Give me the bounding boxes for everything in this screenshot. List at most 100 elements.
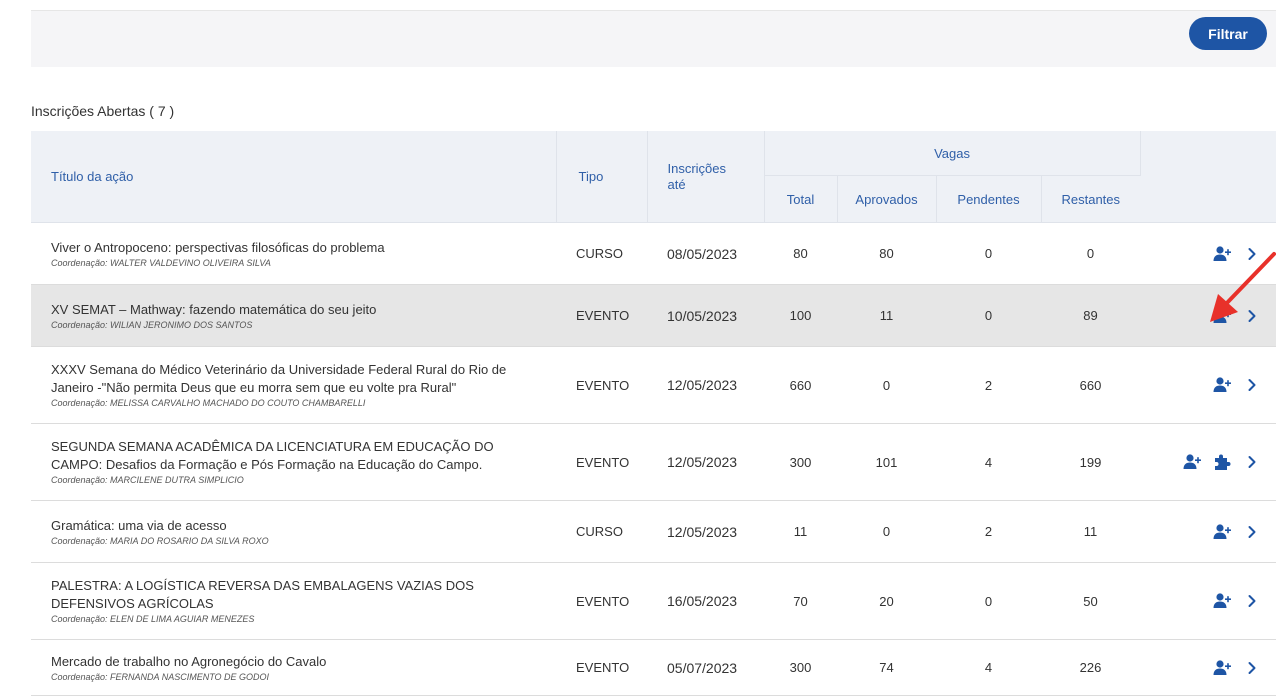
coordination-text: Coordenação: ELEN DE LIMA AGUIAR MENEZES bbox=[51, 614, 255, 624]
action-title: Viver o Antropoceno: perspectivas filosó… bbox=[51, 239, 385, 255]
pendentes-cell: 2 bbox=[936, 346, 1041, 424]
actions-table: Título da ação Tipo Inscrições até Vagas… bbox=[31, 131, 1276, 696]
pendentes-cell: 2 bbox=[936, 500, 1041, 563]
table-row[interactable]: Viver o Antropoceno: perspectivas filosó… bbox=[31, 222, 1276, 285]
pendentes-cell: 0 bbox=[936, 222, 1041, 285]
total-cell: 660 bbox=[764, 346, 837, 424]
aprovados-cell: 11 bbox=[837, 284, 936, 347]
puzzle-icon[interactable] bbox=[1212, 452, 1232, 472]
row-actions bbox=[1140, 639, 1276, 696]
pendentes-cell: 4 bbox=[936, 423, 1041, 501]
filter-bar bbox=[31, 11, 1276, 67]
action-title-cell: SEGUNDA SEMANA ACADÊMICA DA LICENCIATURA… bbox=[31, 423, 556, 501]
date-cell: 12/05/2023 bbox=[647, 346, 764, 424]
table-body: Viver o Antropoceno: perspectivas filosó… bbox=[31, 222, 1276, 696]
total-cell: 70 bbox=[764, 562, 837, 640]
pendentes-cell: 4 bbox=[936, 639, 1041, 696]
date-cell: 10/05/2023 bbox=[647, 284, 764, 347]
aprovados-cell: 0 bbox=[837, 500, 936, 563]
add-user-icon[interactable] bbox=[1212, 522, 1232, 542]
row-actions bbox=[1140, 222, 1276, 285]
header-title: Título da ação bbox=[31, 131, 557, 223]
chevron-right-icon[interactable] bbox=[1242, 591, 1262, 611]
row-actions bbox=[1140, 562, 1276, 640]
aprovados-cell: 20 bbox=[837, 562, 936, 640]
date-cell: 12/05/2023 bbox=[647, 500, 764, 563]
header-inscricoes-label: Inscrições até bbox=[667, 160, 727, 192]
table-row[interactable]: PALESTRA: A LOGÍSTICA REVERSA DAS EMBALA… bbox=[31, 562, 1276, 640]
row-actions bbox=[1140, 284, 1276, 347]
total-cell: 11 bbox=[764, 500, 837, 563]
action-title-cell: Gramática: uma via de acesso Coordenação:… bbox=[31, 500, 556, 563]
restantes-cell: 0 bbox=[1041, 222, 1141, 285]
add-user-icon[interactable] bbox=[1212, 306, 1232, 326]
add-user-icon[interactable] bbox=[1182, 452, 1202, 472]
date-cell: 16/05/2023 bbox=[647, 562, 764, 640]
chevron-right-icon[interactable] bbox=[1242, 306, 1262, 326]
action-title: Mercado de trabalho no Agronegócio do Ca… bbox=[51, 653, 327, 669]
chevron-right-icon[interactable] bbox=[1242, 522, 1262, 542]
header-inscricoes: Inscrições até bbox=[647, 131, 765, 223]
add-user-icon[interactable] bbox=[1212, 658, 1232, 678]
action-title-cell: PALESTRA: A LOGÍSTICA REVERSA DAS EMBALA… bbox=[31, 562, 556, 640]
restantes-cell: 50 bbox=[1041, 562, 1141, 640]
table-row[interactable]: Gramática: uma via de acesso Coordenação:… bbox=[31, 500, 1276, 563]
header-pendentes: Pendentes bbox=[936, 175, 1042, 223]
aprovados-cell: 101 bbox=[837, 423, 936, 501]
date-cell: 05/07/2023 bbox=[647, 639, 764, 696]
aprovados-cell: 80 bbox=[837, 222, 936, 285]
coordination-text: Coordenação: MELISSA CARVALHO MACHADO DO… bbox=[51, 398, 366, 408]
restantes-cell: 199 bbox=[1041, 423, 1141, 501]
coordination-text: Coordenação: MARCILENE DUTRA SIMPLICIO bbox=[51, 475, 244, 485]
tipo-cell: EVENTO bbox=[556, 346, 647, 424]
total-cell: 300 bbox=[764, 423, 837, 501]
coordination-text: Coordenação: WALTER VALDEVINO OLIVEIRA S… bbox=[51, 257, 271, 268]
row-actions bbox=[1140, 346, 1276, 424]
header-tipo: Tipo bbox=[556, 131, 648, 223]
add-user-icon[interactable] bbox=[1212, 591, 1232, 611]
table-row[interactable]: XXXV Semana do Médico Veterinário da Uni… bbox=[31, 346, 1276, 424]
action-title: Gramática: uma via de acesso bbox=[51, 517, 227, 533]
table-row[interactable]: Mercado de trabalho no Agronegócio do Ca… bbox=[31, 639, 1276, 696]
aprovados-cell: 74 bbox=[837, 639, 936, 696]
chevron-right-icon[interactable] bbox=[1242, 244, 1262, 264]
chevron-right-icon[interactable] bbox=[1242, 452, 1262, 472]
chevron-right-icon[interactable] bbox=[1242, 658, 1262, 678]
chevron-right-icon[interactable] bbox=[1242, 375, 1262, 395]
pendentes-cell: 0 bbox=[936, 562, 1041, 640]
restantes-cell: 226 bbox=[1041, 639, 1141, 696]
restantes-cell: 660 bbox=[1041, 346, 1141, 424]
total-cell: 100 bbox=[764, 284, 837, 347]
tipo-cell: EVENTO bbox=[556, 284, 647, 347]
aprovados-cell: 0 bbox=[837, 346, 936, 424]
pendentes-cell: 0 bbox=[936, 284, 1041, 347]
add-user-icon[interactable] bbox=[1212, 244, 1232, 264]
action-title-cell: XXXV Semana do Médico Veterinário da Uni… bbox=[31, 346, 556, 424]
table-row[interactable]: XV SEMAT – Mathway: fazendo matemática d… bbox=[31, 284, 1276, 347]
tipo-cell: CURSO bbox=[556, 500, 647, 563]
date-cell: 08/05/2023 bbox=[647, 222, 764, 285]
section-title: Inscrições Abertas ( 7 ) bbox=[31, 103, 175, 119]
restantes-cell: 11 bbox=[1041, 500, 1141, 563]
action-title-cell: Mercado de trabalho no Agronegócio do Ca… bbox=[31, 639, 556, 696]
tipo-cell: CURSO bbox=[556, 222, 647, 285]
row-actions bbox=[1140, 423, 1276, 501]
coordination-text: Coordenação: MARIA DO ROSARIO DA SILVA R… bbox=[51, 535, 269, 546]
total-cell: 300 bbox=[764, 639, 837, 696]
coordination-text: Coordenação: FERNANDA NASCIMENTO DE GODO… bbox=[51, 671, 270, 682]
tipo-cell: EVENTO bbox=[556, 639, 647, 696]
table-row[interactable]: SEGUNDA SEMANA ACADÊMICA DA LICENCIATURA… bbox=[31, 423, 1276, 501]
add-user-icon[interactable] bbox=[1212, 375, 1232, 395]
header-aprovados: Aprovados bbox=[837, 175, 937, 223]
filter-button[interactable]: Filtrar bbox=[1189, 17, 1267, 50]
action-title: PALESTRA: A LOGÍSTICA REVERSA DAS EMBALA… bbox=[51, 578, 474, 611]
action-title: XXXV Semana do Médico Veterinário da Uni… bbox=[51, 362, 507, 395]
total-cell: 80 bbox=[764, 222, 837, 285]
header-restantes: Restantes bbox=[1041, 175, 1141, 223]
coordination-text: Coordenação: WILIAN JERONIMO DOS SANTOS bbox=[51, 319, 253, 330]
action-title-cell: Viver o Antropoceno: perspectivas filosó… bbox=[31, 222, 556, 285]
header-total: Total bbox=[764, 175, 838, 223]
action-title: XV SEMAT – Mathway: fazendo matemática d… bbox=[51, 301, 377, 317]
tipo-cell: EVENTO bbox=[556, 562, 647, 640]
restantes-cell: 89 bbox=[1041, 284, 1141, 347]
